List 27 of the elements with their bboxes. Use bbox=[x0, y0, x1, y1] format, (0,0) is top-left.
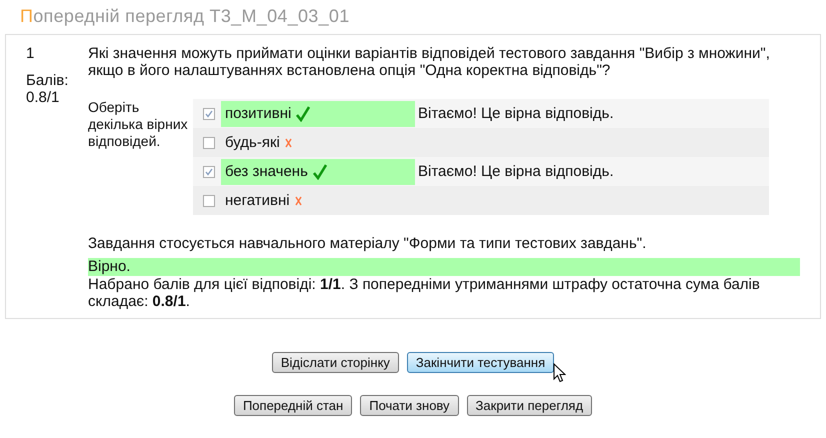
checkbox[interactable] bbox=[203, 108, 215, 120]
button[interactable]: Закінчити тестування bbox=[406, 352, 554, 373]
result-bar: Вірно. bbox=[88, 258, 800, 276]
grade-value: 0.8/1 bbox=[26, 89, 60, 106]
button[interactable]: Закрити перегляд bbox=[466, 395, 592, 416]
mouse-pointer-icon bbox=[553, 363, 566, 383]
grade-label: Балів: bbox=[26, 72, 70, 89]
button[interactable]: Попередній стан bbox=[234, 395, 352, 416]
answer-option[interactable]: без значень bbox=[221, 158, 415, 184]
page-title: Попередній перегляд Т3_М_04_03_01 bbox=[19, 5, 351, 28]
answer-feedback: Вітаємо! Це вірна відповідь. bbox=[418, 163, 614, 180]
answer-feedback: Вітаємо! Це вірна відповідь. bbox=[418, 105, 614, 122]
general-feedback: Завдання стосується навчального матеріалу "Форми та типи тестових завдань". bbox=[88, 235, 648, 252]
instruction-text: Оберіть декілька вірних відповідей. bbox=[88, 99, 189, 151]
check-icon bbox=[296, 106, 310, 122]
cross-icon bbox=[294, 196, 302, 206]
button[interactable]: Відіслати сторінку bbox=[272, 352, 399, 373]
checkbox[interactable] bbox=[203, 166, 215, 178]
cross-icon bbox=[284, 138, 292, 148]
question-text: Які значення можуть приймати оцінки варіантів відповідей тестового завдання "Вибір з множини", якщо в його налаштуваннях встановлена опція "Одна коректна відповідь"? bbox=[88, 45, 771, 79]
checkbox[interactable] bbox=[203, 194, 215, 206]
question-number: 1 bbox=[26, 45, 36, 62]
checkbox[interactable] bbox=[203, 136, 215, 148]
check-icon bbox=[312, 164, 327, 180]
answer-option[interactable]: позитивні bbox=[221, 100, 415, 126]
button[interactable]: Почати знову bbox=[360, 395, 459, 416]
grading-text: Набрано балів для цієї відповіді: 1/1. З попередніми утриманнями штрафу остаточна сума балів складає: 0.8/1. bbox=[88, 276, 761, 310]
